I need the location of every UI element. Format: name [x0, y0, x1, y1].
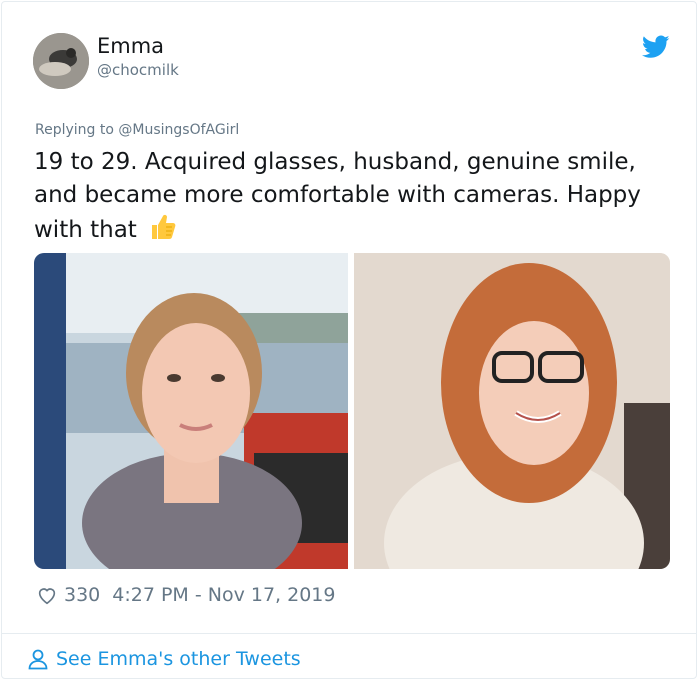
author-name[interactable]: Emma	[97, 34, 164, 58]
footer-divider	[2, 633, 696, 634]
tweet-meta: 330 4:27 PM - Nov 17, 2019	[36, 584, 336, 606]
avatar[interactable]	[33, 33, 89, 89]
tweet-card: Emma @chocmilk Replying to @MusingsOfAGi…	[1, 1, 697, 679]
heart-icon[interactable]	[36, 584, 58, 606]
tweet-photo-right[interactable]	[354, 253, 670, 569]
replying-to: Replying to @MusingsOfAGirl	[35, 122, 239, 138]
thumbs-up-icon	[152, 214, 176, 239]
like-count[interactable]: 330	[64, 584, 100, 606]
tweet-text: 19 to 29. Acquired glasses, husband, gen…	[34, 146, 684, 247]
reply-mention-link[interactable]: @MusingsOfAGirl	[118, 122, 239, 138]
reply-prefix: Replying to	[35, 122, 119, 138]
tweet-body: 19 to 29. Acquired glasses, husband, gen…	[34, 149, 641, 243]
see-other-tweets-link[interactable]: See Emma's other Tweets	[26, 647, 301, 671]
twitter-bird-icon[interactable]	[642, 35, 670, 59]
see-other-tweets-label[interactable]: See Emma's other Tweets	[56, 648, 301, 670]
author-handle[interactable]: @chocmilk	[97, 61, 179, 79]
timestamp[interactable]: 4:27 PM - Nov 17, 2019	[112, 584, 335, 606]
person-icon	[28, 649, 48, 670]
tweet-photo-left[interactable]	[34, 253, 348, 569]
